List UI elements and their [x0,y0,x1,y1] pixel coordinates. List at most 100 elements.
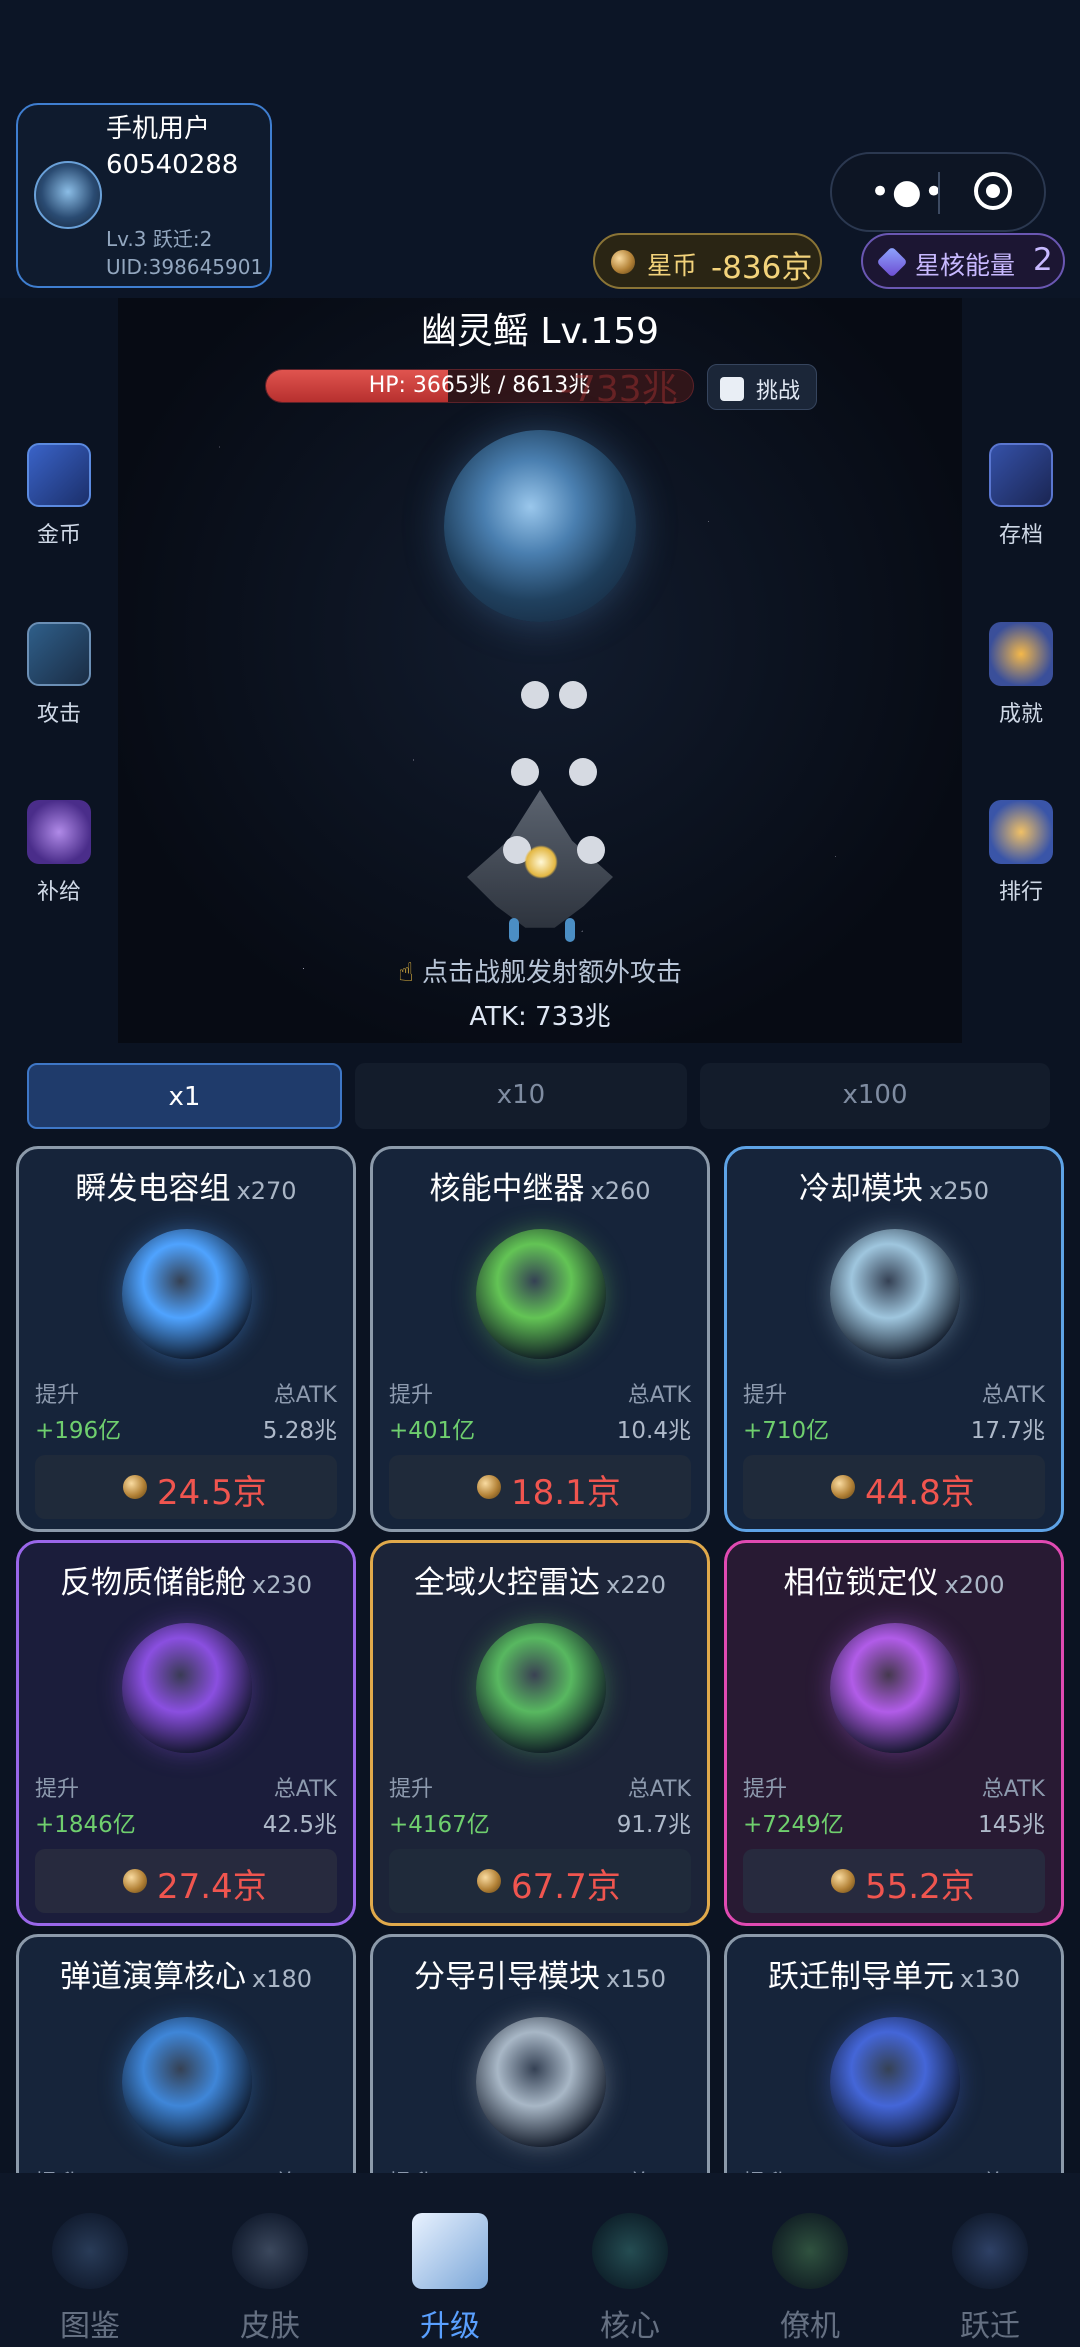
nav-label: 跃迁 [960,2309,1020,2344]
coin-icon [831,1869,855,1893]
upgrade-module-icon [122,1623,252,1753]
side-label-gold: 金币 [36,523,81,548]
nav-label: 核心 [600,2309,660,2344]
side-button-attack[interactable]: 攻击 [0,622,118,728]
upgrade-card[interactable]: 瞬发电容组 x270 提升 总ATK +196亿 5.28兆 24.5京 [16,1146,356,1532]
side-label-ranking: 排行 [998,880,1043,905]
nav-item-core[interactable]: 核心 [540,2173,720,2347]
more-icon[interactable]: •●• [870,172,946,212]
upgrade-icon [412,2213,488,2289]
side-button-supply[interactable]: 补给 [0,800,118,906]
total-atk-value: 91.7兆 [616,1812,691,1838]
upgrade-name: 全域火控雷达 [413,1565,600,1601]
battle-field[interactable] [118,298,962,1043]
total-atk-label: 总ATK [981,1383,1045,1408]
upgrade-count: x250 [928,1177,989,1205]
buy-button[interactable]: 55.2京 [743,1849,1045,1913]
upgrade-cost: 55.2京 [865,1867,975,1907]
coin-icon [477,1869,501,1893]
upgrade-title: 反物质储能舱 x230 [19,1557,353,1602]
side-button-ranking[interactable]: 排行 [962,800,1080,906]
warp-icon [952,2213,1028,2289]
bullet-orb [577,836,605,864]
upgrade-card[interactable]: 冷却模块 x250 提升 总ATK +710亿 17.7兆 44.8京 [724,1146,1064,1532]
total-atk-value: 17.7兆 [970,1418,1045,1444]
side-label-attack: 攻击 [36,702,81,727]
upgrade-module-icon [830,1229,960,1359]
upgrade-name: 冷却模块 [798,1171,923,1207]
buy-button[interactable]: 67.7京 [389,1849,691,1913]
upgrade-card[interactable]: 全域火控雷达 x220 提升 总ATK +4167亿 91.7兆 67.7京 [370,1540,710,1926]
avatar [34,161,102,229]
coin-value: -836京 [711,250,813,286]
multiplier-tab-x1[interactable]: x1 [27,1063,342,1129]
total-atk-value: 145兆 [978,1812,1045,1838]
total-atk-label: 总ATK [627,1777,691,1802]
upgrade-card[interactable]: 反物质储能舱 x230 提升 总ATK +1846亿 42.5兆 27.4京 [16,1540,356,1926]
wingman-icon [772,2213,848,2289]
checkbox-icon[interactable] [720,377,744,401]
gain-label: 提升 [389,1383,434,1408]
upgrade-card[interactable]: 相位锁定仪 x200 提升 总ATK +7249亿 145兆 55.2京 [724,1540,1064,1926]
buy-button[interactable]: 44.8京 [743,1455,1045,1519]
upgrade-cost: 44.8京 [865,1473,975,1513]
upgrade-name: 跃迁制导单元 [767,1959,954,1995]
upgrade-count: x270 [236,1177,297,1205]
ship-engine-glow [524,845,558,879]
gain-label: 提升 [389,1777,434,1802]
upgrade-module-icon [122,1229,252,1359]
upgrade-module-icon [476,1229,606,1359]
challenge-toggle[interactable]: 挑战 [707,364,817,410]
save-icon [989,443,1053,507]
nav-item-warp[interactable]: 跃迁 [900,2173,1080,2347]
upgrade-card[interactable]: 核能中继器 x260 提升 总ATK +401亿 10.4兆 18.1京 [370,1146,710,1532]
crossed-swords-icon [27,622,91,686]
total-atk-label: 总ATK [981,1777,1045,1802]
current-atk: ATK: 733兆 [469,1002,611,1032]
side-button-gold[interactable]: 金币 [0,443,118,549]
bullet-orb [569,758,597,786]
gain-value: +401亿 [389,1418,476,1444]
boss-manta-image[interactable] [444,430,636,622]
upgrade-count: x230 [251,1571,312,1599]
buy-button[interactable]: 24.5京 [35,1455,337,1519]
tap-hint: ☝ 点击战舰发射额外攻击 [0,952,1080,989]
coin-icon [611,250,635,274]
tap-hint-text: 点击战舰发射额外攻击 [422,958,683,988]
upgrade-title: 核能中继器 x260 [373,1163,707,1208]
multiplier-tab-x10[interactable]: x10 [355,1063,687,1129]
coin-balance: 星币 -836京 [593,233,822,289]
core-label: 星核能量 [915,251,1016,280]
side-button-save[interactable]: 存档 [962,443,1080,549]
ranking-icon [989,800,1053,864]
buy-button[interactable]: 27.4京 [35,1849,337,1913]
core-icon [592,2213,668,2289]
user-profile-card[interactable]: 手机用户60540288 Lv.3 跃迁:2 UID:398645901 [16,103,272,288]
multiplier-tab-x100[interactable]: x100 [700,1063,1050,1129]
ship-thruster [565,918,575,942]
upgrade-title: 相位锁定仪 x200 [727,1557,1061,1602]
upgrade-module-icon [476,2017,606,2147]
nav-item-upgrade[interactable]: 升级 [360,2173,540,2347]
user-level: Lv.3 跃迁:2 [106,227,213,251]
nav-item-wingman[interactable]: 僚机 [720,2173,900,2347]
upgrade-title: 瞬发电容组 x270 [19,1163,353,1208]
nav-label: 升级 [420,2309,480,2344]
total-atk-label: 总ATK [273,1383,337,1408]
upgrade-count: x180 [251,1965,312,1993]
nav-label: 僚机 [780,2309,840,2344]
nav-item-codex[interactable]: 图鉴 [0,2173,180,2347]
side-label-achievement: 成就 [998,702,1043,727]
close-target-icon[interactable] [974,172,1012,210]
gain-label: 提升 [35,1383,80,1408]
gold-coin-icon [27,443,91,507]
codex-icon [52,2213,128,2289]
bullet-orb [559,681,587,709]
total-atk-value: 42.5兆 [262,1812,337,1838]
user-name: 手机用户60540288 [106,114,239,180]
total-atk-label: 总ATK [273,1777,337,1802]
buy-button[interactable]: 18.1京 [389,1455,691,1519]
nav-item-skin[interactable]: 皮肤 [180,2173,360,2347]
side-button-achievement[interactable]: 成就 [962,622,1080,728]
gain-value: +7249亿 [743,1812,844,1838]
